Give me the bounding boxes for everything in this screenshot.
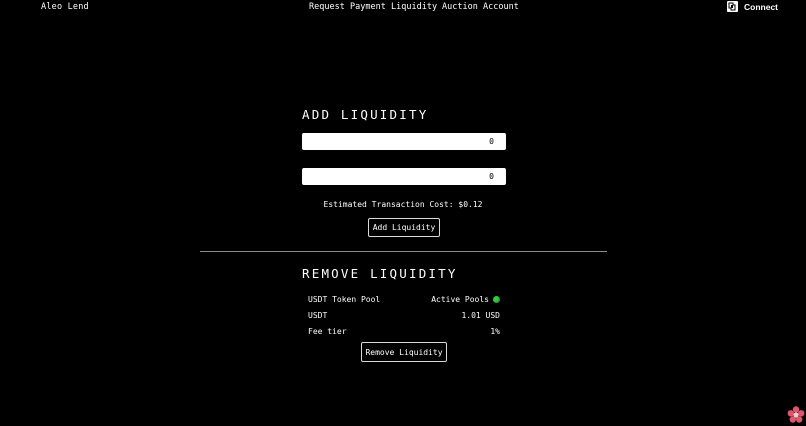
remove-liquidity-title: REMOVE LIQUIDITY [302, 266, 458, 281]
pool-name: USDT Token Pool [308, 294, 381, 304]
nav-liquidity[interactable]: Liquidity [391, 2, 437, 12]
add-amount-input-1[interactable] [302, 133, 506, 150]
pool-fee-row: Fee tier 1% [308, 325, 500, 337]
nav-request[interactable]: Request [309, 2, 345, 12]
app-page: Aleo Lend Request Payment Liquidity Auct… [0, 0, 806, 426]
wallet-icon [727, 1, 738, 12]
remove-liquidity-button[interactable]: Remove Liquidity [361, 342, 447, 362]
pool-asset: USDT [308, 310, 328, 320]
nav-payment[interactable]: Payment [350, 2, 386, 12]
section-divider [200, 251, 607, 252]
connect-label: Connect [744, 1, 778, 12]
flower-icon[interactable] [787, 406, 805, 424]
add-liquidity-title: ADD LIQUIDITY [302, 107, 429, 122]
add-liquidity-button[interactable]: Add Liquidity [368, 218, 440, 237]
estimated-transaction-cost: Estimated Transaction Cost: $0.12 [323, 200, 483, 209]
status-dot-icon [493, 295, 500, 303]
pool-status-label: Active Pools [431, 294, 489, 304]
nav-account[interactable]: Account [483, 2, 519, 12]
add-amount-input-2[interactable] [302, 168, 506, 185]
top-nav: Request Payment Liquidity Auction Accoun… [0, 2, 806, 14]
fee-tier-value: 1% [490, 326, 500, 336]
nav-auction[interactable]: Auction [442, 2, 478, 12]
pool-header-row: USDT Token Pool Active Pools [308, 293, 500, 305]
pool-asset-value: 1.01 USD [461, 310, 500, 320]
pool-status: Active Pools [431, 295, 500, 304]
pool-asset-row: USDT 1.01 USD [308, 309, 500, 321]
connect-wallet-button[interactable]: Connect [727, 1, 778, 12]
fee-tier-label: Fee tier [308, 326, 347, 336]
